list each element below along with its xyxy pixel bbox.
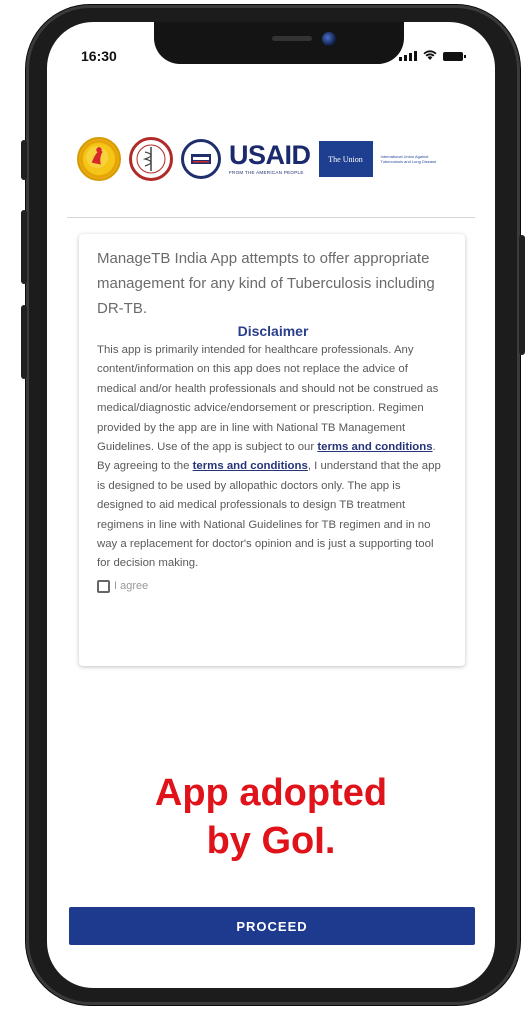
notch (154, 22, 404, 64)
usaid-logo: USAID FROM THE AMERICAN PEOPLE (229, 142, 311, 176)
annotation-line2: by GoI. (206, 820, 336, 862)
medical-emblem-logo (129, 137, 173, 181)
agree-checkbox[interactable] (97, 579, 110, 593)
agree-row[interactable]: I agree (97, 579, 449, 593)
camera-icon (322, 32, 336, 46)
agree-label[interactable]: I agree (114, 580, 148, 592)
header-divider (67, 217, 475, 218)
government-logo (181, 139, 221, 179)
partner-logos: USAID FROM THE AMERICAN PEOPLE The Union… (77, 134, 467, 184)
disclaimer-card: ManageTB India App attempts to offer app… (79, 234, 465, 666)
disclaimer-body-part1: This app is primarily intended for healt… (97, 344, 439, 454)
terms-link[interactable]: terms and conditions (317, 441, 432, 453)
speaker-grille (272, 36, 312, 41)
the-union-logo: The Union (318, 141, 373, 177)
signal-icon (399, 51, 417, 61)
battery-icon (443, 52, 466, 61)
terms-link-2[interactable]: terms and conditions (193, 460, 308, 472)
national-tb-logo (77, 137, 121, 181)
the-union-tagline: International Union Against Tuberculosis… (380, 153, 437, 164)
app-screen: 16:30 USAID FROM THE AMERICAN PEOPLE The… (47, 22, 495, 988)
intro-text: ManageTB India App attempts to offer app… (97, 250, 435, 317)
power-button (519, 235, 525, 355)
usaid-tagline: FROM THE AMERICAN PEOPLE (229, 170, 304, 176)
status-time: 16:30 (81, 48, 117, 64)
usaid-wordmark: USAID (229, 140, 311, 171)
adoption-annotation: App adopted by GoI. (47, 769, 495, 865)
wifi-icon (423, 50, 437, 60)
proceed-button[interactable]: PROCEED (69, 907, 475, 945)
annotation-line1: App adopted (154, 772, 388, 814)
silent-switch (21, 140, 27, 180)
status-icons (399, 49, 466, 61)
volume-up-button (21, 210, 27, 284)
disclaimer-body: This app is primarily intended for healt… (97, 341, 449, 574)
disclaimer-body-part3: , I understand that the app is designed … (97, 460, 441, 570)
volume-down-button (21, 305, 27, 379)
disclaimer-title: Disclaimer (237, 323, 309, 339)
